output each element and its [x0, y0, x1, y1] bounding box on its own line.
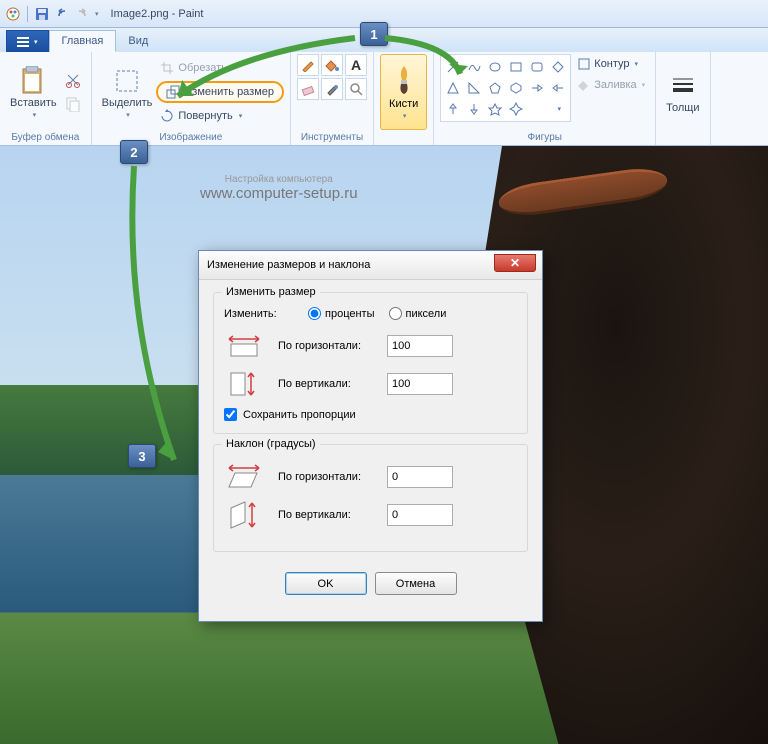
group-label-shapes: Фигуры: [440, 131, 649, 145]
crop-button[interactable]: Обрезать: [156, 57, 284, 79]
outline-icon: [577, 57, 591, 71]
watermark: Настройка компьютера www.computer-setup.…: [200, 174, 358, 202]
vertical-label: По вертикали:: [278, 378, 373, 390]
group-brushes: Кисти▾: [374, 52, 434, 145]
paste-button[interactable]: Вставить▾: [6, 54, 61, 130]
save-icon[interactable]: [33, 5, 51, 23]
group-clipboard: Вставить▾ Буфер обмена: [0, 52, 92, 145]
file-menu[interactable]: ▾: [6, 30, 49, 52]
aspect-checkbox[interactable]: [224, 408, 237, 421]
shape-outline-button[interactable]: Контур▾: [573, 54, 649, 74]
cancel-button[interactable]: Отмена: [375, 572, 457, 595]
tool-zoom[interactable]: [345, 78, 367, 100]
crop-icon: [160, 61, 174, 75]
annotation-badge-1: 1: [360, 22, 388, 46]
skew-v-input[interactable]: [387, 504, 453, 526]
dialog-title: Изменение размеров и наклона: [207, 259, 370, 271]
radio-pixels[interactable]: пиксели: [389, 307, 447, 320]
fill-icon: [577, 78, 591, 92]
dialog-close-button[interactable]: ✕: [494, 254, 536, 272]
copy-icon: [65, 96, 81, 112]
resize-dialog: Изменение размеров и наклона ✕ Изменить …: [198, 250, 543, 622]
ribbon: Вставить▾ Буфер обмена Выделить▾ Обрезат…: [0, 52, 768, 146]
aspect-label: Сохранить пропорции: [243, 409, 356, 421]
group-label-brushes: [380, 142, 427, 145]
size-button[interactable]: Толщи: [662, 54, 703, 130]
redo-icon[interactable]: [73, 5, 91, 23]
tab-view[interactable]: Вид: [116, 30, 160, 52]
group-label-clipboard: Буфер обмена: [6, 131, 85, 145]
group-shapes: ▾ Контур▾ Заливка▾ Фигуры: [434, 52, 656, 145]
copy-button[interactable]: [61, 93, 85, 115]
horizontal-input[interactable]: [387, 335, 453, 357]
cut-button[interactable]: [61, 69, 85, 91]
skew-v-icon: [224, 501, 264, 529]
app-icon: [4, 5, 22, 23]
qat-separator: [27, 6, 28, 22]
dialog-titlebar[interactable]: Изменение размеров и наклона ✕: [199, 251, 542, 280]
skew-h-label: По горизонтали:: [278, 471, 373, 483]
tool-fill[interactable]: [321, 54, 343, 76]
ok-button[interactable]: OK: [285, 572, 367, 595]
group-image: Выделить▾ Обрезать Изменить размер Повер…: [92, 52, 291, 145]
qat-customize-icon[interactable]: ▾: [95, 10, 99, 18]
lines-icon: [668, 71, 698, 101]
tool-text[interactable]: A: [345, 54, 367, 76]
annotation-badge-3: 3: [128, 444, 156, 468]
annotation-badge-2: 2: [120, 140, 148, 164]
resize-button[interactable]: Изменить размер: [156, 81, 284, 103]
brush-icon: [391, 64, 417, 96]
vertical-input[interactable]: [387, 373, 453, 395]
select-button[interactable]: Выделить▾: [98, 54, 157, 130]
resize-fieldset: Изменить размер Изменить: проценты пиксе…: [213, 292, 528, 434]
skew-h-input[interactable]: [387, 466, 453, 488]
brushes-button[interactable]: Кисти▾: [380, 54, 427, 130]
undo-icon[interactable]: [53, 5, 71, 23]
tool-eraser[interactable]: [297, 78, 319, 100]
radio-percent[interactable]: проценты: [308, 307, 375, 320]
group-size: Толщи: [656, 52, 710, 145]
skew-h-icon: [224, 463, 264, 491]
group-label-tools: Инструменты: [297, 131, 367, 145]
by-label: Изменить:: [224, 308, 294, 320]
skew-fieldset: Наклон (градусы) По горизонтали: По верт…: [213, 444, 528, 552]
select-icon: [112, 66, 142, 96]
tab-home[interactable]: Главная: [49, 30, 117, 52]
horizontal-label: По горизонтали:: [278, 340, 373, 352]
skew-legend: Наклон (градусы): [222, 438, 320, 450]
resize-icon: [166, 85, 180, 99]
resize-legend: Изменить размер: [222, 286, 320, 298]
horizontal-icon: [224, 332, 264, 360]
skew-v-label: По вертикали:: [278, 509, 373, 521]
rotate-button[interactable]: Повернуть▾: [156, 105, 284, 127]
clipboard-icon: [18, 66, 48, 96]
group-tools: A Инструменты: [291, 52, 374, 145]
rotate-icon: [160, 109, 174, 123]
shapes-gallery[interactable]: ▾: [440, 54, 571, 122]
window-title: Image2.png - Paint: [111, 8, 204, 20]
tool-picker[interactable]: [321, 78, 343, 100]
shape-fill-button[interactable]: Заливка▾: [573, 75, 649, 95]
tool-pencil[interactable]: [297, 54, 319, 76]
scissors-icon: [65, 72, 81, 88]
vertical-icon: [224, 370, 264, 398]
